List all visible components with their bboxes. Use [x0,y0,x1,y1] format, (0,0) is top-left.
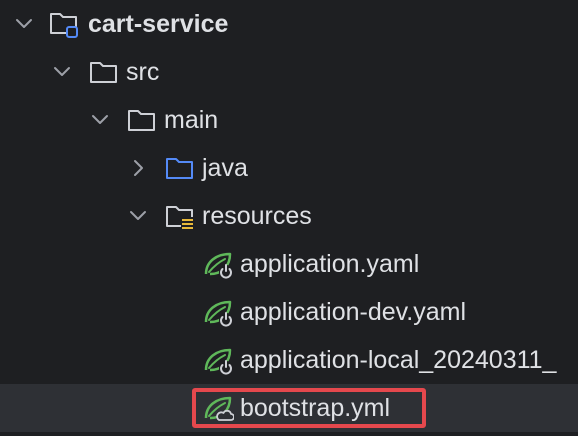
chevron-down-icon[interactable] [12,12,36,36]
tree-item-src[interactable]: src [0,48,578,96]
spring-cloud-config-icon [202,392,234,424]
module-folder-icon [48,8,80,40]
tree-item-label: resources [202,202,312,230]
source-folder-icon [164,152,196,184]
tree-item-application-yaml[interactable]: application.yaml [0,240,578,288]
resources-folder-icon [164,200,196,232]
project-tree: cart-service src main java resources app… [0,0,578,436]
chevron-right-icon[interactable] [126,156,150,180]
tree-item-label: src [126,58,160,86]
tree-item-label: application-dev.yaml [240,298,467,326]
chevron-down-icon[interactable] [126,204,150,228]
chevron-down-icon[interactable] [50,60,74,84]
tree-item-main[interactable]: main [0,96,578,144]
tree-item-label: application-local_20240311_ [240,346,557,374]
tree-item-label: application.yaml [240,250,420,278]
tree-item-label: cart-service [88,10,229,38]
tree-item-application-local-yaml[interactable]: application-local_20240311_ [0,336,578,384]
tree-item-resources[interactable]: resources [0,192,578,240]
tree-item-label: bootstrap.yml [240,394,391,422]
spring-config-icon [202,248,234,280]
spring-config-icon [202,296,234,328]
tree-item-bootstrap-yml[interactable]: bootstrap.yml [0,384,578,432]
chevron-down-icon[interactable] [88,108,112,132]
tree-item-application-dev-yaml[interactable]: application-dev.yaml [0,288,578,336]
spring-config-icon [202,344,234,376]
tree-item-java[interactable]: java [0,144,578,192]
folder-icon [126,104,158,136]
tree-item-cart-service[interactable]: cart-service [0,0,578,48]
folder-icon [88,56,120,88]
tree-item-label: java [202,154,248,182]
tree-item-label: main [164,106,219,134]
